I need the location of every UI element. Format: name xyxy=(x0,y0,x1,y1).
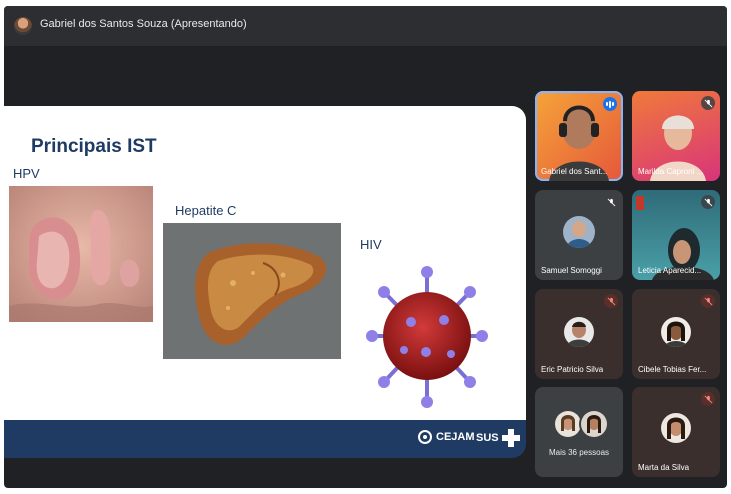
hpv-label: HPV xyxy=(13,166,40,181)
mic-off-icon xyxy=(701,96,715,110)
mic-off-icon xyxy=(604,195,618,209)
mic-off-icon xyxy=(701,294,715,308)
hiv-image xyxy=(366,262,488,410)
more-participants-tile[interactable]: Mais 36 pessoas xyxy=(535,387,623,477)
cejam-logo: CEJAM xyxy=(418,430,475,444)
more-participants-label: Mais 36 pessoas xyxy=(548,448,610,457)
sus-cross-icon xyxy=(501,429,520,447)
sus-logo: SUS xyxy=(476,429,520,447)
participant-tile[interactable]: Marta da Silva xyxy=(632,387,720,477)
presenter-bar: Gabriel dos Santos Souza (Apresentando) xyxy=(4,6,727,46)
mic-off-icon xyxy=(604,294,618,308)
participant-tile[interactable]: Gabriel dos Sant... xyxy=(535,91,623,181)
participant-tile[interactable]: Cibele Tobias Fer... xyxy=(632,289,720,379)
participant-tile[interactable]: Eric Patricio Silva xyxy=(535,289,623,379)
speaking-indicator-icon xyxy=(603,97,617,111)
mic-off-icon xyxy=(701,392,715,406)
cejam-text: CEJAM xyxy=(436,431,475,443)
mic-off-icon xyxy=(701,195,715,209)
shared-slide: Principais IST HPV Hepatite C HIV xyxy=(4,106,526,420)
participant-tile[interactable]: Marilda Caproni ... xyxy=(632,91,720,181)
avatar xyxy=(579,409,609,439)
avatar xyxy=(564,317,594,347)
participant-tile[interactable]: Leticia Aparecid... xyxy=(632,190,720,280)
hepatite-c-image xyxy=(163,223,341,359)
meeting-stage: Gabriel dos Santos Souza (Apresentando) … xyxy=(4,6,727,488)
avatar xyxy=(661,413,691,443)
presenter-label: Gabriel dos Santos Souza (Apresentando) xyxy=(40,18,247,30)
avatar xyxy=(563,216,595,248)
participant-name: Gabriel dos Sant... xyxy=(541,167,608,176)
cejam-mark-icon xyxy=(418,430,432,444)
participant-name: Cibele Tobias Fer... xyxy=(638,365,707,374)
participant-name: Marilda Caproni ... xyxy=(638,167,704,176)
participant-name: Leticia Aparecid... xyxy=(638,266,702,275)
slide-footer: CEJAM SUS xyxy=(4,420,526,458)
hiv-label: HIV xyxy=(360,237,382,252)
hpv-image xyxy=(9,186,153,322)
participant-name: Marta da Silva xyxy=(638,463,690,472)
slide-title: Principais IST xyxy=(31,136,157,157)
sus-text: SUS xyxy=(476,432,499,444)
presenter-avatar xyxy=(14,17,32,35)
avatar xyxy=(661,317,691,347)
participant-name: Samuel Somoggi xyxy=(541,266,602,275)
hepatite-c-label: Hepatite C xyxy=(175,203,237,218)
participant-tile[interactable]: Samuel Somoggi xyxy=(535,190,623,280)
participant-name: Eric Patricio Silva xyxy=(541,365,604,374)
